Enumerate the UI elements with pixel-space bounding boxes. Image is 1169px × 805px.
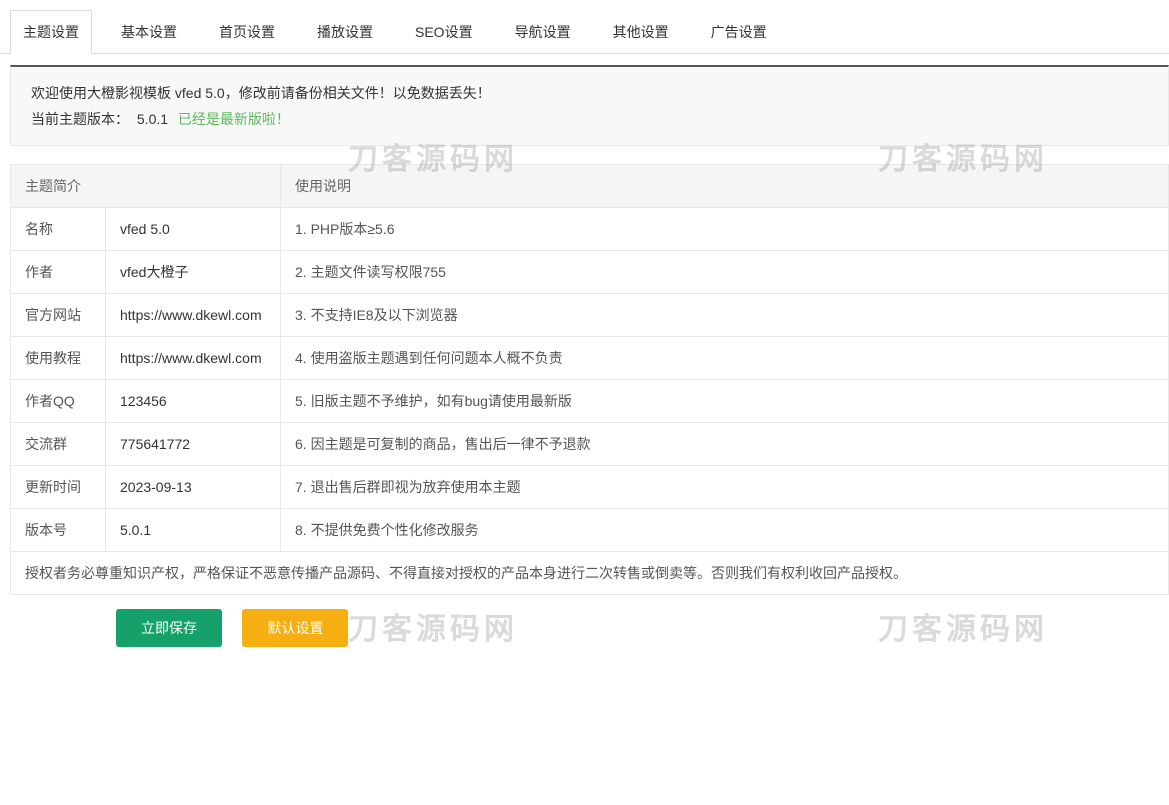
row-label: 版本号 xyxy=(11,509,106,552)
row-note: 6. 因主题是可复制的商品，售出后一律不予退款 xyxy=(281,423,1169,466)
table-row: 作者 vfed大橙子 2. 主题文件读写权限755 xyxy=(11,251,1169,294)
row-value: 123456 xyxy=(106,380,281,423)
row-note: 4. 使用盗版主题遇到任何问题本人概不负责 xyxy=(281,337,1169,380)
notice-box: 欢迎使用大橙影视模板 vfed 5.0，修改前请备份相关文件！以免数据丢失！ 当… xyxy=(10,65,1169,146)
table-header-intro: 主题简介 xyxy=(11,165,281,208)
tab-other-settings[interactable]: 其他设置 xyxy=(600,10,682,54)
row-value: https://www.dkewl.com xyxy=(106,294,281,337)
table-row: 交流群 775641772 6. 因主题是可复制的商品，售出后一律不予退款 xyxy=(11,423,1169,466)
notice-version-line: 当前主题版本： 5.0.1 已经是最新版啦！ xyxy=(31,106,1148,132)
row-value: 5.0.1 xyxy=(106,509,281,552)
row-note: 8. 不提供免费个性化修改服务 xyxy=(281,509,1169,552)
row-label: 更新时间 xyxy=(11,466,106,509)
row-label: 使用教程 xyxy=(11,337,106,380)
table-footer-row: 授权者务必尊重知识产权，严格保证不恶意传播产品源码、不得直接对授权的产品本身进行… xyxy=(11,552,1169,595)
row-value: vfed大橙子 xyxy=(106,251,281,294)
save-button[interactable]: 立即保存 xyxy=(116,609,222,647)
table-row: 名称 vfed 5.0 1. PHP版本≥5.6 xyxy=(11,208,1169,251)
settings-tab-bar: 主题设置 基本设置 首页设置 播放设置 SEO设置 导航设置 其他设置 广告设置 xyxy=(0,0,1169,54)
version-value: 5.0.1 xyxy=(137,111,168,127)
row-value: 775641772 xyxy=(106,423,281,466)
row-label: 作者 xyxy=(11,251,106,294)
table-row: 作者QQ 123456 5. 旧版主题不予维护，如有bug请使用最新版 xyxy=(11,380,1169,423)
main-content: 欢迎使用大橙影视模板 vfed 5.0，修改前请备份相关文件！以免数据丢失！ 当… xyxy=(10,65,1169,647)
row-value: 2023-09-13 xyxy=(106,466,281,509)
row-note: 3. 不支持IE8及以下浏览器 xyxy=(281,294,1169,337)
table-row: 更新时间 2023-09-13 7. 退出售后群即视为放弃使用本主题 xyxy=(11,466,1169,509)
version-label: 当前主题版本： xyxy=(31,111,129,127)
notice-welcome-line: 欢迎使用大橙影视模板 vfed 5.0，修改前请备份相关文件！以免数据丢失！ xyxy=(31,80,1148,106)
row-label: 官方网站 xyxy=(11,294,106,337)
version-status: 已经是最新版啦！ xyxy=(178,111,290,127)
tab-basic-settings[interactable]: 基本设置 xyxy=(108,10,190,54)
row-label: 作者QQ xyxy=(11,380,106,423)
table-row: 使用教程 https://www.dkewl.com 4. 使用盗版主题遇到任何… xyxy=(11,337,1169,380)
table-header-row: 主题简介 使用说明 xyxy=(11,165,1169,208)
tab-theme-settings[interactable]: 主题设置 xyxy=(10,10,92,54)
tab-home-settings[interactable]: 首页设置 xyxy=(206,10,288,54)
row-label: 名称 xyxy=(11,208,106,251)
tab-nav-settings[interactable]: 导航设置 xyxy=(502,10,584,54)
row-value: vfed 5.0 xyxy=(106,208,281,251)
row-value: https://www.dkewl.com xyxy=(106,337,281,380)
default-settings-button[interactable]: 默认设置 xyxy=(242,609,348,647)
row-note: 5. 旧版主题不予维护，如有bug请使用最新版 xyxy=(281,380,1169,423)
table-header-usage: 使用说明 xyxy=(281,165,1169,208)
row-note: 2. 主题文件读写权限755 xyxy=(281,251,1169,294)
tab-seo-settings[interactable]: SEO设置 xyxy=(402,10,486,54)
row-label: 交流群 xyxy=(11,423,106,466)
row-note: 7. 退出售后群即视为放弃使用本主题 xyxy=(281,466,1169,509)
settings-table: 主题简介 使用说明 名称 vfed 5.0 1. PHP版本≥5.6 作者 vf… xyxy=(10,164,1169,595)
row-note: 1. PHP版本≥5.6 xyxy=(281,208,1169,251)
tab-ad-settings[interactable]: 广告设置 xyxy=(698,10,780,54)
table-row: 版本号 5.0.1 8. 不提供免费个性化修改服务 xyxy=(11,509,1169,552)
tab-player-settings[interactable]: 播放设置 xyxy=(304,10,386,54)
license-notice: 授权者务必尊重知识产权，严格保证不恶意传播产品源码、不得直接对授权的产品本身进行… xyxy=(11,552,1169,595)
table-row: 官方网站 https://www.dkewl.com 3. 不支持IE8及以下浏… xyxy=(11,294,1169,337)
button-row: 立即保存 默认设置 xyxy=(116,609,1169,647)
